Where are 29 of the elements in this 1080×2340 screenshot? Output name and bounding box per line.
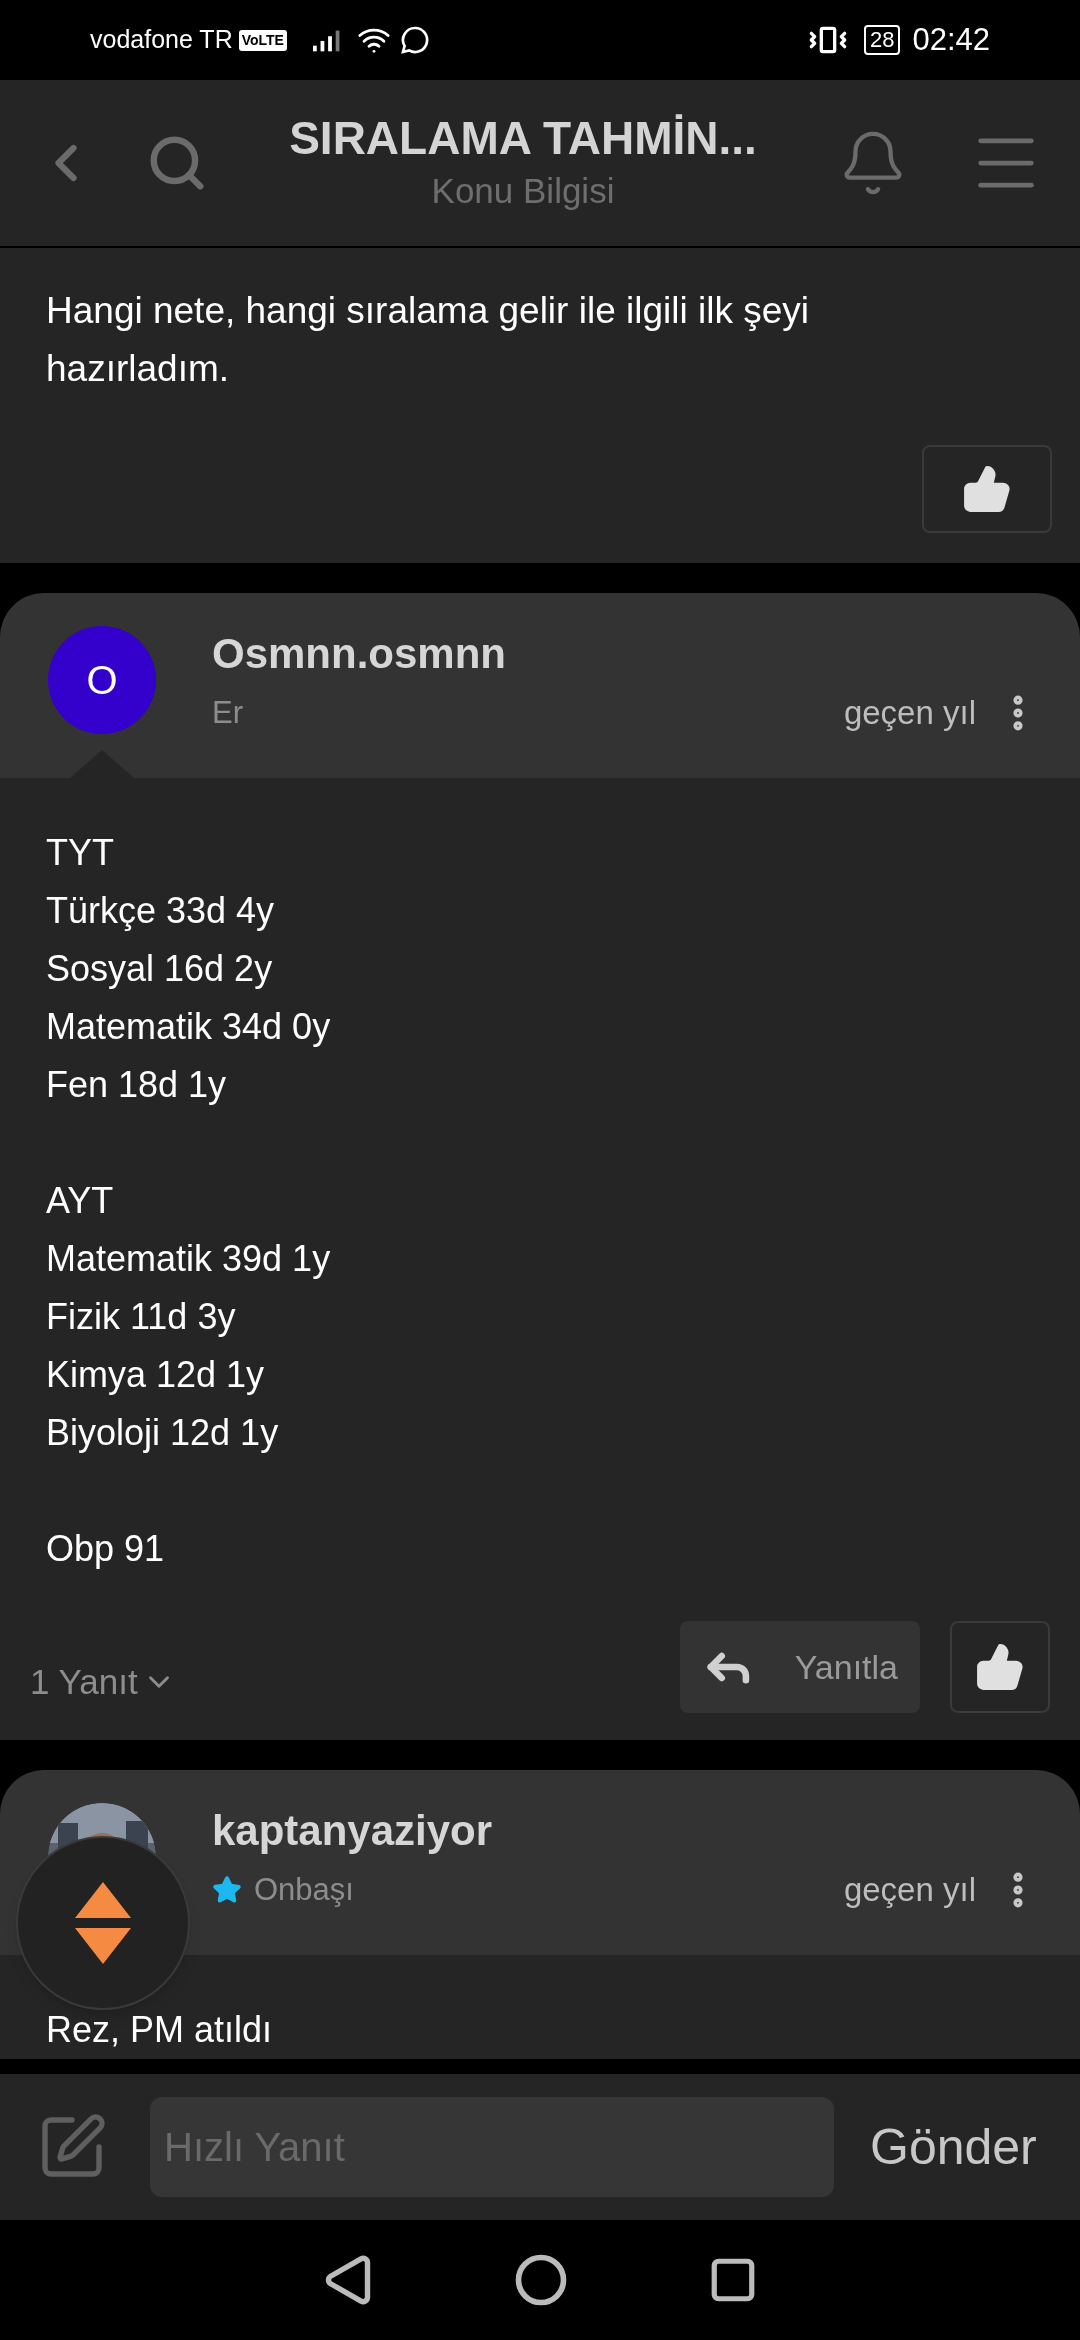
page-subtitle: Konu Bilgisi <box>431 170 615 212</box>
post-time: geçen yıl <box>843 1870 976 1910</box>
clock: 02:42 <box>912 20 990 59</box>
post-line: AYT <box>46 1179 115 1223</box>
page-title: SIRALAMA TAHMİN... <box>289 111 757 166</box>
post-line: Kimya 12d 1y <box>46 1353 266 1397</box>
post-line: Rez, PM atıldı <box>46 2008 274 2052</box>
replies-toggle[interactable]: 1 Yanıt <box>30 1655 176 1709</box>
post-line: TYT <box>46 831 115 875</box>
send-button[interactable]: Gönder <box>870 2109 1037 2185</box>
post-line: Türkçe 33d 4y <box>46 889 276 933</box>
post-line: Fen 18d 1y <box>46 1063 228 1107</box>
avatar: O <box>48 626 156 734</box>
user-rank: Onbaşı <box>254 1870 354 1909</box>
post-line: Matematik 39d 1y <box>46 1237 332 1281</box>
post-line: Fizik 11d 3y <box>46 1295 237 1339</box>
carrier-name: vodafone TR <box>90 24 233 56</box>
author-name[interactable]: kaptanyaziyor <box>212 1803 1032 1859</box>
topic-text: Hangi nete, hangi sıralama gelir ile ilgili ilk şeyi hazırladım. <box>46 289 810 391</box>
battery-level: 28 <box>863 25 901 55</box>
reply-button[interactable]: Yanıtla <box>680 1621 920 1713</box>
post-line: Sosyal 16d 2y <box>46 947 274 991</box>
network-badge: VoLTE <box>238 29 287 51</box>
author-name[interactable]: Osmnn.osmnn <box>212 626 1032 682</box>
post-time: geçen yıl <box>843 693 976 733</box>
user-rank: Er <box>212 693 243 732</box>
post-line: Matematik 34d 0y <box>46 1005 332 1049</box>
post-line: Obp 91 <box>46 1527 166 1571</box>
post-line: Biyoloji 12d 1y <box>46 1411 280 1455</box>
